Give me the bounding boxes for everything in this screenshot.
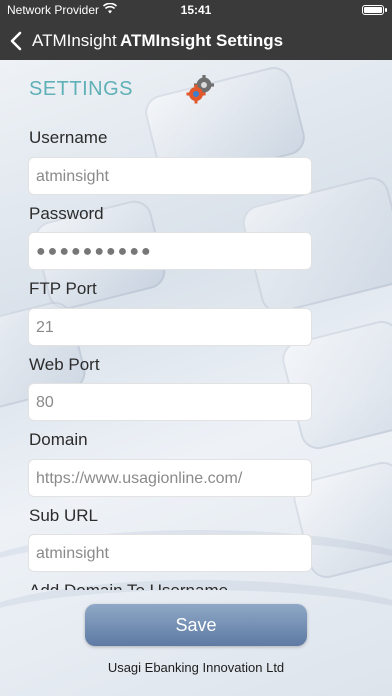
page-title: ATMInsight Settings [120,31,284,50]
username-label: Username [29,128,108,147]
back-button-label: ATMInsight [32,31,117,50]
section-title: SETTINGS [29,78,134,100]
web-port-label: Web Port [29,355,100,374]
back-button[interactable]: ATMInsight [8,27,117,55]
save-button[interactable]: Save [85,604,307,646]
settings-form[interactable]: Username atminsight Password ●●●●●●●●●● … [0,120,392,590]
footer-company-name: Usagi Ebanking Innovation Ltd [107,660,285,675]
ftp-port-label: FTP Port [29,279,97,298]
username-field[interactable]: atminsight [28,157,312,195]
top-bar: Network Provider 15:41 ATMInsight ATMIns… [0,0,392,60]
add-domain-label: Add Domain To Username [29,581,228,590]
sub-url-label: Sub URL [29,506,98,525]
sub-url-field[interactable]: atminsight [28,534,312,572]
password-field[interactable]: ●●●●●●●●●● [28,232,312,270]
battery-icon [362,5,387,15]
ftp-port-field[interactable]: 21 [28,308,312,346]
domain-field[interactable]: https://www.usagionline.com/ [28,459,312,497]
status-bar: Network Provider 15:41 [0,0,392,20]
chevron-left-icon [10,31,22,51]
gears-icon [186,75,214,104]
web-port-field[interactable]: 80 [28,383,312,421]
navigation-bar: ATMInsight ATMInsight Settings [0,24,392,58]
clock: 15:41 [180,3,212,17]
domain-label: Domain [29,430,88,449]
password-label: Password [29,204,104,223]
